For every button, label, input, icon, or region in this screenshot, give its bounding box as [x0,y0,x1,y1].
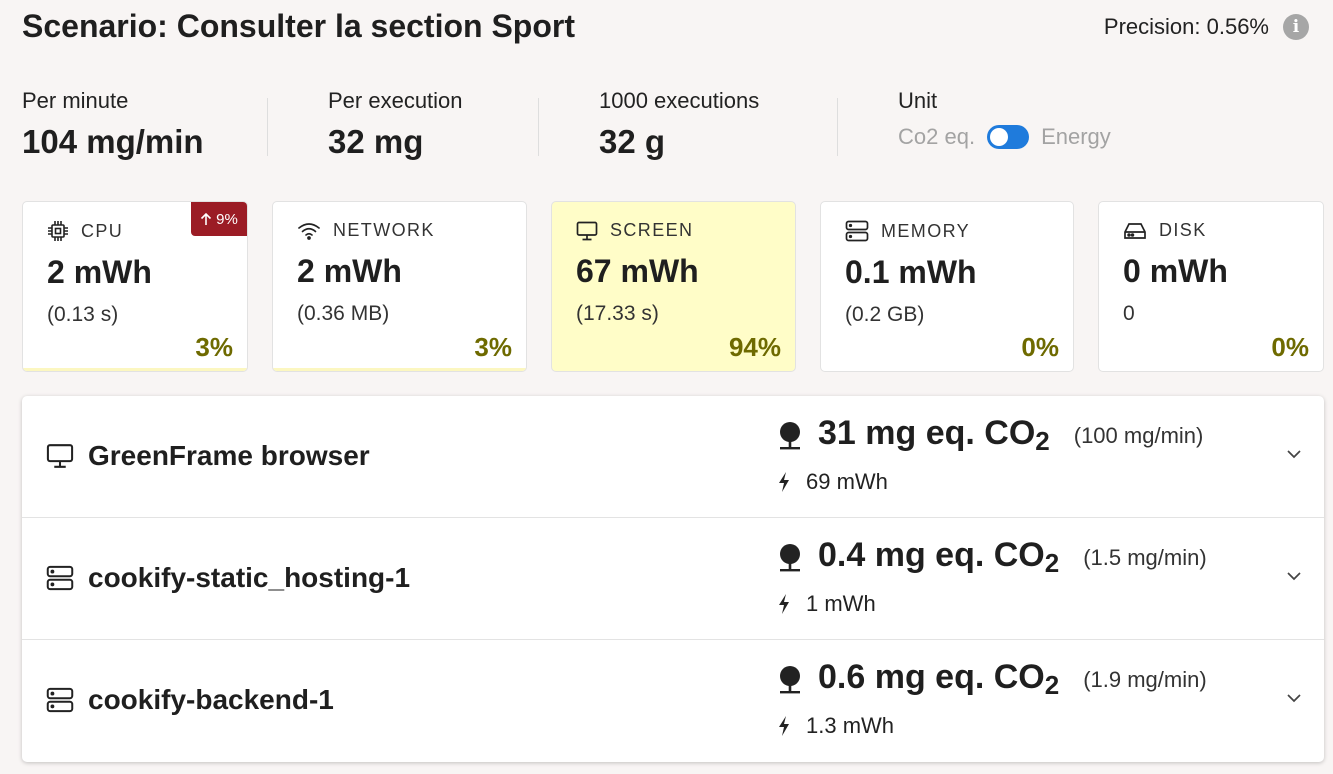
container-row[interactable]: cookify-static_hosting-1 0.4 mg eq. CO2 … [22,518,1324,640]
co2-rate: (1.5 mg/min) [1083,544,1207,570]
co2-rate: (1.9 mg/min) [1083,666,1207,692]
chevron-down-icon[interactable] [1286,692,1302,704]
stat-label: Per minute [22,88,129,113]
co2-subscript: 2 [1035,426,1050,456]
divider [837,98,838,156]
chevron-down-icon[interactable] [1286,448,1302,460]
divider [538,98,539,156]
co2-subscript: 2 [1044,670,1060,700]
memory-icon [845,220,869,242]
container-row[interactable]: GreenFrame browser 31 mg eq. CO2 (100 mg… [22,396,1324,518]
card-detail: 0 [1123,302,1135,325]
card-bar [273,368,526,371]
divider [267,98,268,156]
co2-amount: 31 mg eq. CO [818,414,1036,452]
unit-energy-label: Energy [1041,124,1111,149]
co2-emission: 0.4 mg eq. CO2 (1.5 mg/min) [776,536,1207,579]
wifi-icon [298,222,320,240]
card-disk[interactable]: DISK 0 mWh 0 0% [1098,201,1324,372]
card-detail: (0.2 GB) [845,303,925,326]
stat-label: Per execution [328,88,463,113]
bolt-icon [779,472,789,492]
energy-value: 1.3 mWh [806,713,895,738]
containers-panel: GreenFrame browser 31 mg eq. CO2 (100 mg… [22,396,1324,762]
co2-emission: 31 mg eq. CO2 (100 mg/min) [776,414,1203,457]
monitor-icon [46,444,74,468]
stat-value: 32 mg [328,123,424,160]
info-icon[interactable]: i [1283,14,1309,40]
trend-badge: 9% [191,202,247,236]
card-value: 0 mWh [1123,253,1228,289]
precision-text: Precision: 0.56% [1103,14,1269,39]
chevron-down-icon[interactable] [1286,570,1302,582]
card-label: MEMORY [881,220,971,241]
stat-label: 1000 executions [599,88,760,113]
co2-subscript: 2 [1044,548,1060,578]
card-detail: (0.13 s) [47,303,119,326]
tree-icon [780,665,800,693]
card-label: DISK [1159,220,1207,240]
card-percent: 94% [728,332,781,362]
card-label: CPU [81,220,124,241]
unit-selector: Unit Co2 eq. Energy [898,88,1111,150]
container-row[interactable]: cookify-backend-1 0.6 mg eq. CO2 (1.9 mg… [22,640,1324,762]
stat-value: 32 g [599,123,666,160]
card-percent: 0% [1021,332,1059,362]
server-icon [46,565,74,591]
container-name: cookify-static_hosting-1 [46,562,410,594]
stat-per-execution: Per execution 32 mg [328,88,463,161]
card-percent: 0% [1271,332,1309,362]
energy-consumption: 1.3 mWh [776,713,894,739]
trend-value: 9% [216,210,238,228]
co2-rate: (100 mg/min) [1073,422,1204,448]
card-value: 2 mWh [47,254,152,290]
card-memory[interactable]: MEMORY 0.1 mWh (0.2 GB) 0% [820,201,1074,372]
card-label: NETWORK [333,220,435,240]
energy-consumption: 1 mWh [776,591,876,617]
card-label: SCREEN [610,220,694,240]
bolt-icon [779,594,789,614]
bolt-icon [779,716,789,736]
card-bar [23,368,247,371]
server-icon [46,687,74,713]
co2-amount: 0.6 mg eq. CO [818,658,1045,696]
container-name-text: cookify-static_hosting-1 [88,562,411,593]
disk-icon [1124,222,1146,239]
card-value: 2 mWh [297,253,402,289]
energy-consumption: 69 mWh [776,469,888,495]
card-cpu[interactable]: 9% CPU 2 mWh (0.13 s) 3% [22,201,248,372]
energy-value: 69 mWh [806,469,888,494]
precision-indicator: Precision: 0.56% i [1104,14,1309,40]
card-screen[interactable]: SCREEN 67 mWh (17.33 s) 94% [551,201,796,372]
card-percent: 3% [474,332,512,362]
unit-co2-label: Co2 eq. [898,124,976,149]
card-percent: 3% [195,332,233,362]
card-detail: (17.33 s) [576,302,659,325]
card-detail: (0.36 MB) [297,302,390,325]
cpu-icon [48,221,68,241]
monitor-icon [576,221,598,240]
stat-1000-executions: 1000 executions 32 g [599,88,759,161]
card-value: 0.1 mWh [845,254,977,290]
container-name: cookify-backend-1 [46,684,334,716]
page-title: Scenario: Consulter la section Sport [22,8,575,44]
container-name: GreenFrame browser [46,440,370,472]
unit-label: Unit [898,88,938,113]
co2-amount: 0.4 mg eq. CO [818,536,1045,574]
co2-emission: 0.6 mg eq. CO2 (1.9 mg/min) [776,658,1207,701]
stat-value: 104 mg/min [22,123,204,160]
container-name-text: GreenFrame browser [88,440,370,471]
tree-icon [780,421,800,449]
card-value: 67 mWh [576,253,699,289]
unit-toggle[interactable] [987,125,1030,149]
tree-icon [780,543,800,571]
stat-per-minute: Per minute 104 mg/min [22,88,204,161]
container-name-text: cookify-backend-1 [88,684,334,715]
stats-row: Per minute 104 mg/min Per execution 32 m… [22,88,1312,168]
arrow-up-icon [201,212,212,225]
card-network[interactable]: NETWORK 2 mWh (0.36 MB) 3% [272,201,527,372]
energy-value: 1 mWh [806,591,876,616]
